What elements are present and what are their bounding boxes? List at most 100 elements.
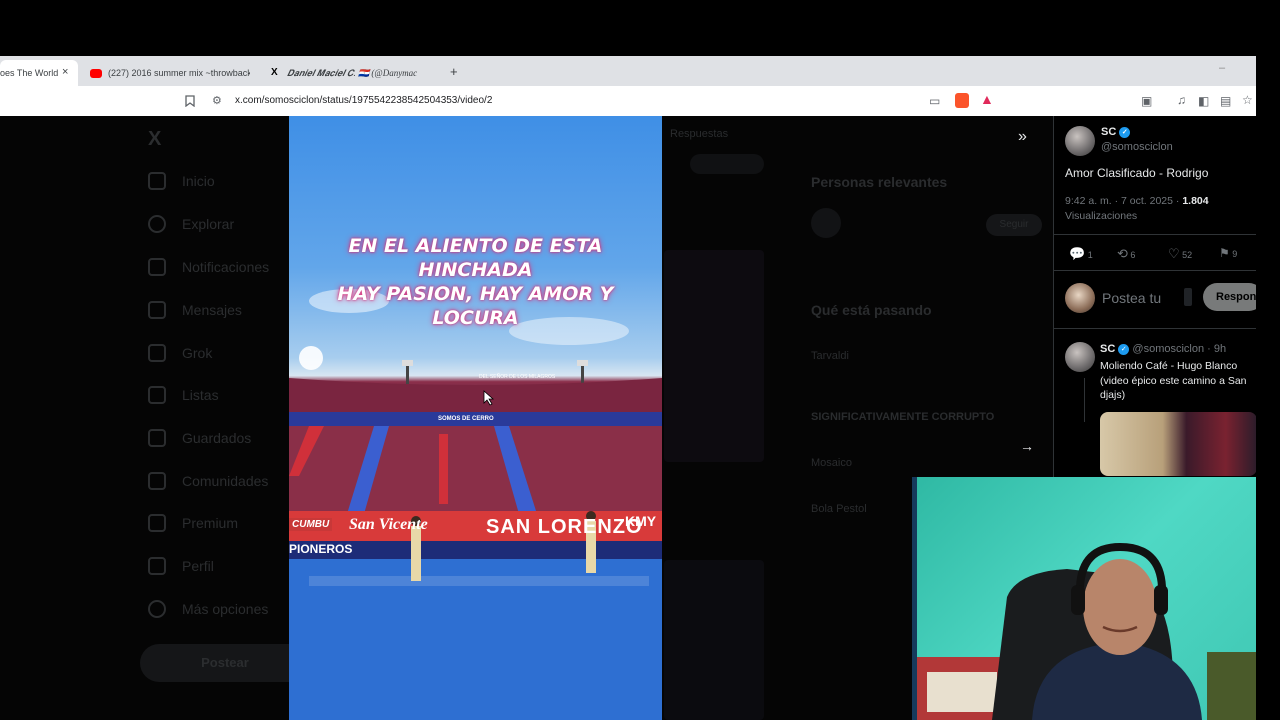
people-icon bbox=[148, 472, 166, 490]
split-view-icon[interactable]: ◧ bbox=[1198, 95, 1209, 107]
author-handle[interactable]: @somosciclon bbox=[1101, 141, 1173, 153]
more-icon bbox=[148, 600, 166, 618]
video-player[interactable]: EN EL ALIENTO DE ESTA HINCHADA HAY PASIO… bbox=[289, 116, 662, 720]
cast-icon[interactable]: ▭ bbox=[929, 95, 940, 107]
avatar bbox=[811, 208, 841, 238]
nav-label: Perfil bbox=[182, 558, 214, 574]
follow-button[interactable]: Seguir bbox=[986, 214, 1042, 236]
media-thumbnail[interactable] bbox=[664, 560, 764, 720]
list-icon bbox=[148, 386, 166, 404]
bell-icon bbox=[148, 258, 166, 276]
browser-chrome: oes The World × (227) 2016 summer mix ~t… bbox=[0, 56, 1256, 116]
reply-text-line: (video épico este camino a San bbox=[1100, 374, 1247, 387]
nav-label: Premium bbox=[182, 515, 239, 531]
reply-icon: 💬 bbox=[1069, 246, 1086, 261]
mouse-cursor-icon bbox=[483, 390, 495, 406]
bookmark-action[interactable]: ⚑ 9 bbox=[1219, 246, 1237, 260]
reply-text-line: djajs) bbox=[1100, 389, 1126, 401]
nav-grok[interactable]: Grok bbox=[148, 344, 212, 362]
nav-lists[interactable]: Listas bbox=[148, 386, 219, 404]
retweet-action[interactable]: ⟲ 6 bbox=[1117, 246, 1135, 262]
reply-input[interactable]: Postea tu bbox=[1102, 290, 1161, 306]
tab-youtube[interactable]: (227) 2016 summer mix ~throwback bbox=[90, 60, 250, 86]
nav-notifications[interactable]: Notificaciones bbox=[148, 258, 269, 276]
wallet-icon[interactable]: ▤ bbox=[1220, 95, 1231, 107]
tab-title: (227) 2016 summer mix ~throwback bbox=[108, 68, 250, 78]
replies-tab[interactable]: Respuestas bbox=[670, 128, 728, 140]
divider bbox=[1054, 270, 1256, 271]
reply-action[interactable]: 💬 1 bbox=[1069, 246, 1093, 262]
tab-active[interactable]: oes The World × bbox=[0, 60, 78, 86]
divider bbox=[1054, 328, 1256, 329]
collapse-panel-icon[interactable]: » bbox=[1018, 128, 1027, 146]
x-logo-icon[interactable]: X bbox=[148, 128, 161, 151]
chip[interactable] bbox=[690, 154, 764, 174]
url-field[interactable]: x.com/somosciclon/status/197554223854250… bbox=[235, 95, 492, 106]
banner-text: CUMBU bbox=[289, 518, 333, 531]
reply-header[interactable]: SC ✓ @somosciclon · 9h bbox=[1100, 343, 1226, 355]
nav-label: Comunidades bbox=[182, 473, 269, 489]
nav-messages[interactable]: Mensajes bbox=[148, 301, 242, 319]
brave-rewards-icon[interactable]: ▲ bbox=[980, 92, 994, 106]
nav-premium[interactable]: Premium bbox=[148, 514, 238, 532]
nav-label: Guardados bbox=[182, 430, 252, 446]
brave-shield-icon[interactable] bbox=[955, 93, 969, 108]
caption-line: EN EL ALIENTO DE ESTA HINCHADA bbox=[348, 235, 603, 281]
nav-explore[interactable]: Explorar bbox=[148, 215, 234, 233]
banner-text: San Vicente bbox=[349, 516, 428, 533]
media-thumbnail[interactable] bbox=[664, 250, 764, 462]
tweet-meta: 9:42 a. m. · 7 oct. 2025 · 1.804 bbox=[1065, 195, 1209, 207]
retweet-count: 6 bbox=[1130, 250, 1136, 260]
reply-button[interactable]: Respon bbox=[1203, 283, 1256, 311]
nav-home[interactable]: Inicio bbox=[148, 172, 215, 190]
nav-label: Mensajes bbox=[182, 302, 242, 318]
caption-line: HAY PASION, HAY AMOR Y bbox=[337, 283, 614, 305]
reply-author-name: SC bbox=[1100, 343, 1116, 355]
next-arrow-icon[interactable]: → bbox=[1020, 438, 1034, 454]
sidebar-toggle-icon[interactable]: ▣ bbox=[1141, 95, 1152, 107]
home-icon bbox=[148, 172, 166, 190]
emoji-icon[interactable] bbox=[1184, 288, 1192, 306]
grok-icon bbox=[148, 344, 166, 362]
nav-label: Explorar bbox=[182, 216, 235, 232]
tweet-time[interactable]: 9:42 a. m. · 7 oct. 2025 · bbox=[1065, 195, 1182, 207]
x-premium-icon bbox=[148, 514, 166, 532]
site-settings-icon[interactable]: ⚙ bbox=[212, 95, 222, 107]
reply-media-thumbnail[interactable] bbox=[1100, 412, 1256, 476]
bookmark-count: 9 bbox=[1232, 249, 1238, 259]
nav-label: Inicio bbox=[182, 173, 215, 189]
streamer-webcam-illustration bbox=[917, 542, 1256, 720]
tab-x[interactable]: X 𝑫𝒂𝒏𝒊𝒆𝒍 𝑴𝒂𝒄𝒊𝒆𝒍 𝑪. 🇵🇾 (@Danymac bbox=[271, 60, 433, 86]
nav-communities[interactable]: Comunidades bbox=[148, 472, 268, 490]
trend-item[interactable]: Bola Pestol bbox=[811, 503, 867, 515]
banner-text: DEL SEÑOR DE LOS MILAGROS bbox=[479, 374, 556, 380]
minimize-button[interactable]: – bbox=[1219, 62, 1225, 74]
nav-profile[interactable]: Perfil bbox=[148, 557, 214, 575]
new-tab-button[interactable]: + bbox=[450, 64, 458, 79]
music-icon[interactable]: ♫ bbox=[1177, 94, 1186, 106]
author-avatar[interactable] bbox=[1065, 126, 1095, 156]
reply-text-line: Moliendo Café - Hugo Blanco bbox=[1100, 360, 1238, 372]
bookmark-icon[interactable] bbox=[185, 95, 195, 109]
close-tab-icon[interactable]: × bbox=[62, 66, 68, 78]
author-name[interactable]: SC ✓ bbox=[1101, 126, 1131, 138]
relevant-people-title: Personas relevantes bbox=[811, 174, 948, 190]
trend-item[interactable]: SIGNIFICATIVAMENTE CORRUPTO bbox=[811, 411, 994, 423]
reply-count: 1 bbox=[1087, 250, 1093, 260]
trend-item[interactable]: Mosaico bbox=[811, 457, 852, 469]
banner-text: SAN LORENZO bbox=[486, 516, 643, 538]
x-logo-icon: X bbox=[271, 67, 278, 78]
youtube-icon bbox=[90, 68, 102, 78]
reply-author-avatar[interactable] bbox=[1065, 342, 1095, 372]
star-icon[interactable]: ☆ bbox=[1242, 94, 1253, 106]
nav-label: Notificaciones bbox=[182, 259, 270, 275]
user-icon bbox=[148, 557, 166, 575]
verified-badge-icon: ✓ bbox=[1118, 343, 1130, 355]
trend-item[interactable]: Tarvaldi bbox=[811, 350, 849, 362]
nav-bookmarks[interactable]: Guardados bbox=[148, 429, 251, 447]
like-action[interactable]: ♡ 52 bbox=[1168, 246, 1192, 262]
nav-more[interactable]: Más opciones bbox=[148, 600, 268, 618]
nav-label: Más opciones bbox=[182, 601, 269, 617]
user-avatar[interactable] bbox=[1065, 283, 1095, 313]
post-button[interactable]: Postear bbox=[140, 644, 310, 682]
